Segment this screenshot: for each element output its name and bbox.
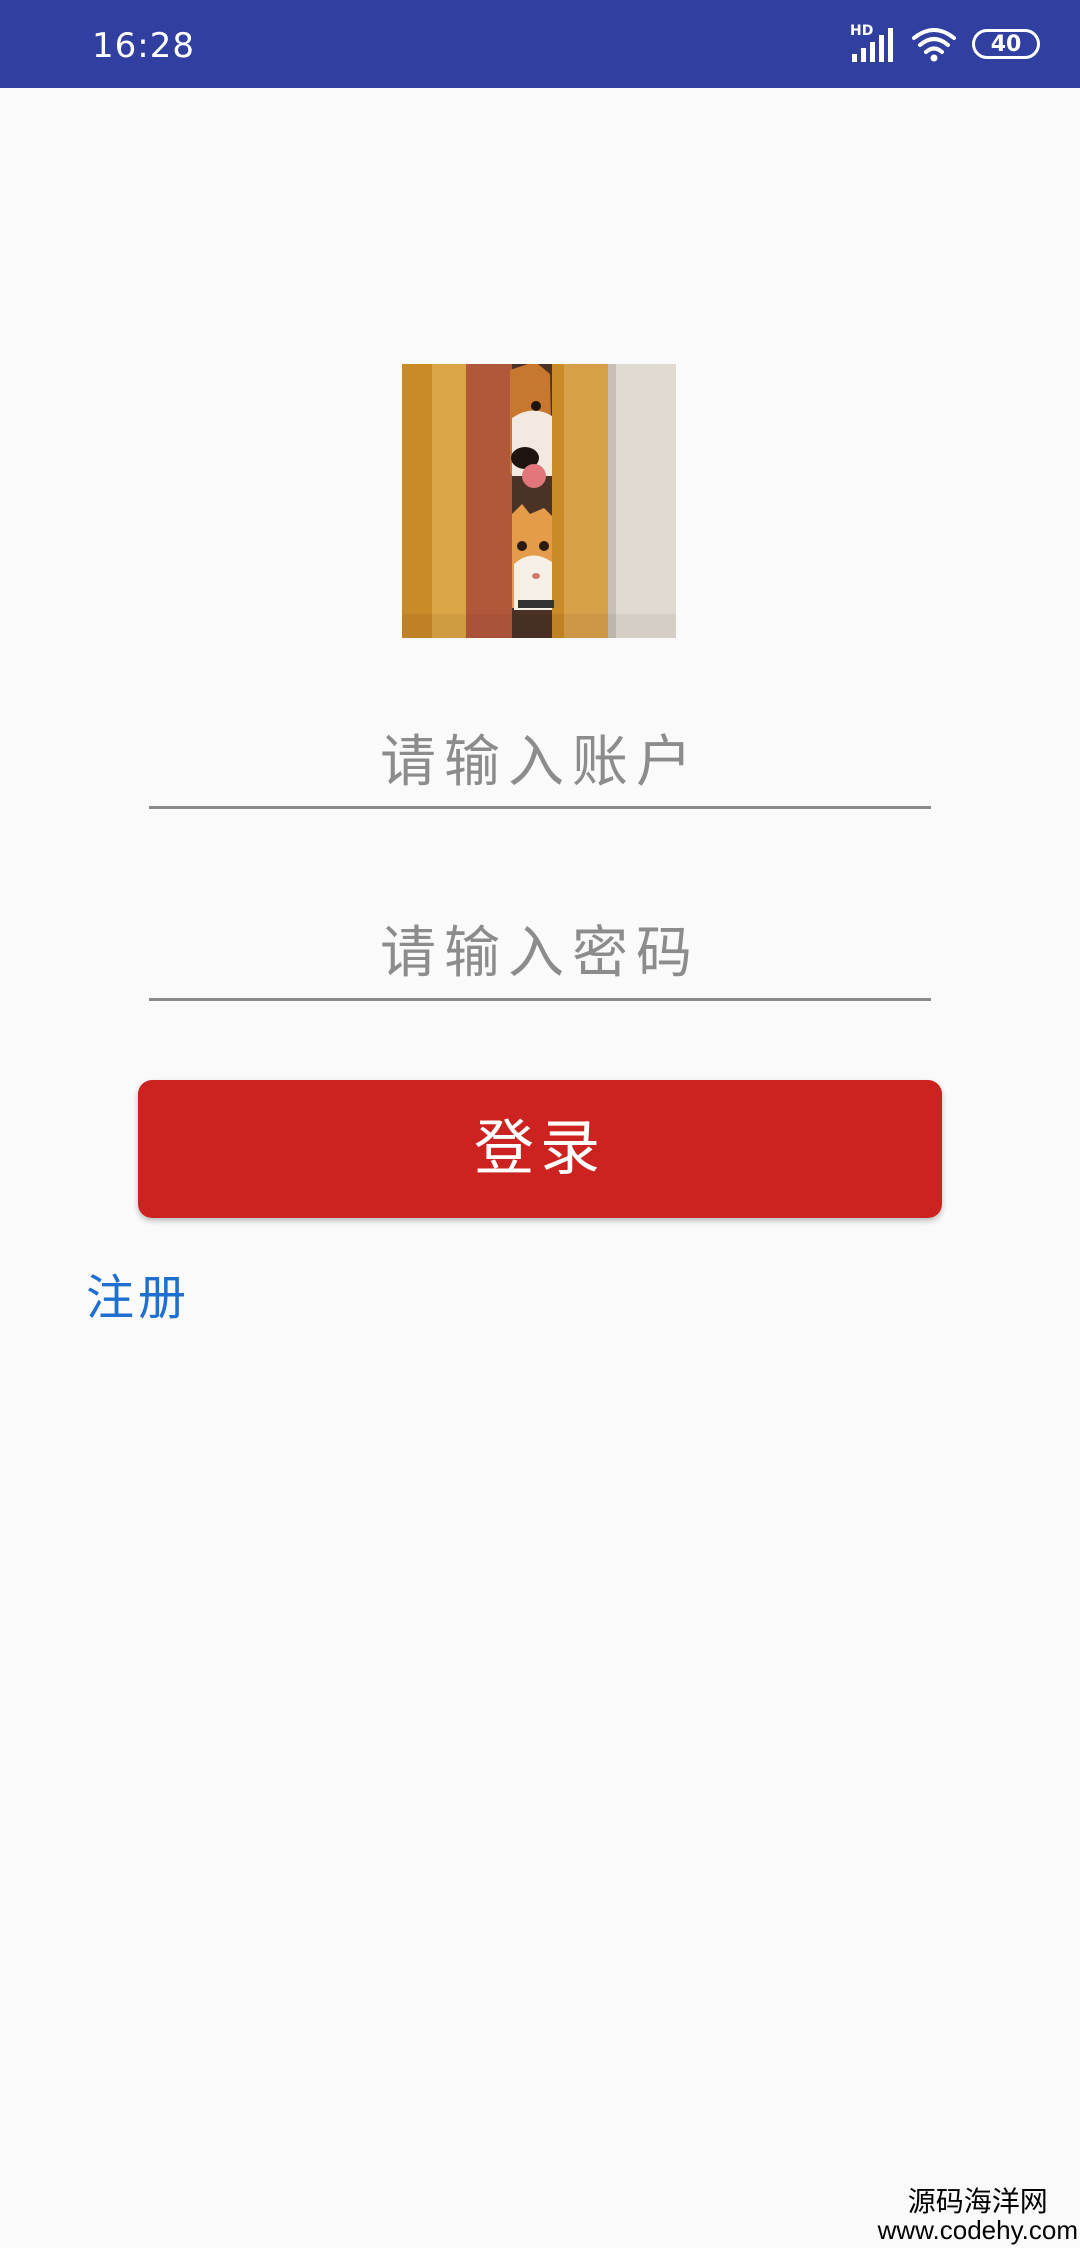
login-button-label: 登录: [474, 1114, 606, 1184]
watermark-site-name: 源码海洋网: [907, 2185, 1048, 2219]
logo-image: [402, 364, 676, 638]
battery-icon: 40: [972, 29, 1040, 59]
password-placeholder: 请输入密码: [380, 921, 700, 986]
watermark-url: www.codehy.com: [877, 2214, 1078, 2245]
password-input[interactable]: 请输入密码: [149, 910, 931, 1001]
wifi-icon: [912, 28, 956, 62]
status-icons: HD 40: [850, 22, 1040, 66]
status-bar: 16:28 HD 40: [0, 0, 1080, 88]
account-input[interactable]: 请输入账户: [149, 720, 931, 809]
watermark: 源码海洋网 www.codehy.com: [878, 2187, 1078, 2244]
account-placeholder: 请输入账户: [380, 730, 700, 795]
register-link[interactable]: 注册: [86, 1258, 190, 1328]
login-button[interactable]: 登录: [138, 1080, 942, 1218]
battery-level: 40: [990, 31, 1022, 57]
status-time: 16:28: [92, 26, 195, 66]
signal-icon: HD: [850, 24, 896, 64]
